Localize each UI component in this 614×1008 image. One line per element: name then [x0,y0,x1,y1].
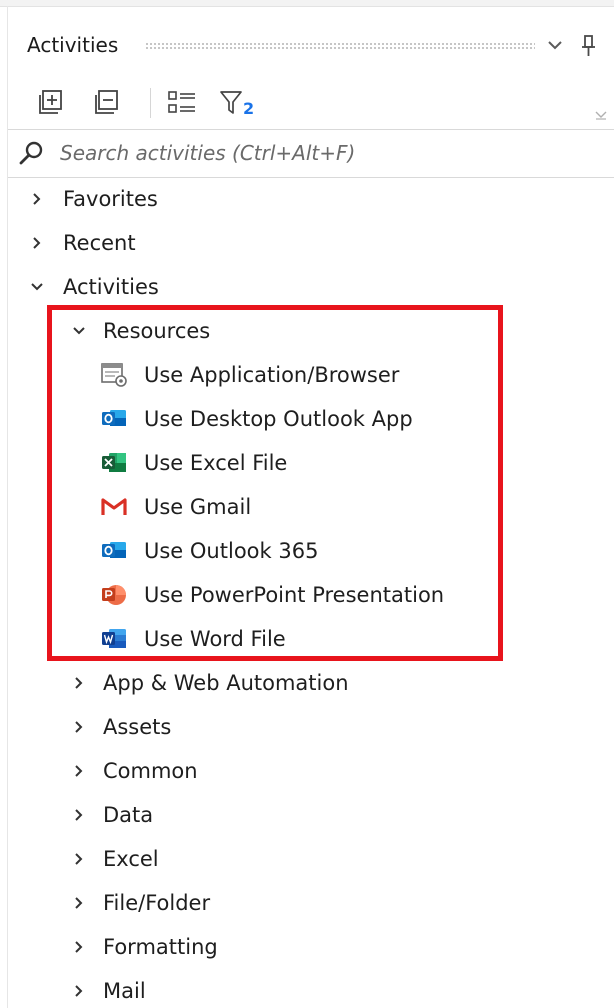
activity-use-powerpoint-presentation[interactable]: Use PowerPoint Presentation [8,573,614,617]
chevron-down-icon[interactable] [70,321,88,341]
activity-label: Use Desktop Outlook App [144,407,413,431]
tree-node-label: Data [103,803,154,827]
chevron-right-icon[interactable] [70,937,88,957]
tree-node-label: Formatting [103,935,218,959]
activity-label: Use Word File [144,627,286,651]
excel-icon [102,453,126,472]
activity-use-word-file[interactable]: Use Word File [8,617,614,661]
chevron-down-icon[interactable] [543,30,567,60]
collapse-all-icon[interactable] [92,86,124,120]
chevron-right-icon[interactable] [70,761,88,781]
activity-label: Use Excel File [144,451,288,475]
activity-use-gmail[interactable]: Use Gmail [8,485,614,529]
search-bar [8,129,614,178]
tree-node-file-folder[interactable]: File/Folder [8,881,614,925]
activities-tree: Favorites Recent Activities Resources Us… [8,177,614,1008]
tree-node-formatting[interactable]: Formatting [8,925,614,969]
application-browser-icon [101,363,127,387]
word-icon [102,629,126,648]
tree-node-favorites[interactable]: Favorites [8,177,614,221]
tree-node-data[interactable]: Data [8,793,614,837]
outlook-365-icon [102,542,126,558]
chevron-down-icon[interactable] [28,277,46,297]
powerpoint-icon [102,585,126,605]
chevron-right-icon[interactable] [28,233,46,253]
tree-node-common[interactable]: Common [8,749,614,793]
chevron-right-icon[interactable] [28,189,46,209]
panel-top-edge [0,0,614,7]
tree-node-app-web-automation[interactable]: App & Web Automation [8,661,614,705]
activity-label: Use PowerPoint Presentation [144,583,445,607]
pin-icon[interactable] [579,32,599,60]
tree-node-activities[interactable]: Activities [8,265,614,309]
outlook-icon [102,410,126,426]
expand-all-icon[interactable] [36,86,68,120]
search-input[interactable] [60,137,600,169]
filter-count-badge: 2 [243,99,255,118]
tree-node-label: Excel [103,847,159,871]
tree-node-assets[interactable]: Assets [8,705,614,749]
tree-node-label: Activities [63,275,159,299]
filter-icon[interactable] [219,86,245,120]
activity-label: Use Outlook 365 [144,539,319,563]
toolbar-separator [150,88,151,118]
tree-node-label: Assets [103,715,172,739]
tree-node-resources[interactable]: Resources [8,309,614,353]
tree-node-label: Common [103,759,198,783]
gmail-icon [101,498,127,515]
tree-node-recent[interactable]: Recent [8,221,614,265]
chevron-right-icon[interactable] [70,805,88,825]
scroll-indicator-icon[interactable] [594,109,608,121]
activity-use-outlook-365[interactable]: Use Outlook 365 [8,529,614,573]
tree-node-label: Recent [63,231,136,255]
drag-grip[interactable] [145,42,535,51]
search-icon [19,141,43,165]
panel-header: Activities [8,20,614,74]
tree-node-label: Mail [103,979,146,1003]
chevron-right-icon[interactable] [70,893,88,913]
list-view-icon[interactable] [166,86,198,120]
chevron-right-icon[interactable] [70,717,88,737]
tree-node-label: App & Web Automation [103,671,349,695]
chevron-right-icon[interactable] [70,673,88,693]
activity-use-excel-file[interactable]: Use Excel File [8,441,614,485]
tree-node-label: File/Folder [103,891,211,915]
tree-node-mail[interactable]: Mail [8,969,614,1008]
activity-label: Use Application/Browser [144,363,400,387]
chevron-right-icon[interactable] [70,849,88,869]
tree-node-excel[interactable]: Excel [8,837,614,881]
activity-label: Use Gmail [144,495,252,519]
activity-use-application-browser[interactable]: Use Application/Browser [8,353,614,397]
activity-use-desktop-outlook-app[interactable]: Use Desktop Outlook App [8,397,614,441]
panel-title: Activities [27,33,119,57]
tree-node-label: Resources [103,319,211,343]
tree-node-label: Favorites [63,187,158,211]
activities-panel: Activities 2 Search activities (Ctrl+Alt… [0,0,614,1008]
chevron-right-icon[interactable] [70,981,88,1001]
activities-toolbar: 2 [8,82,614,128]
